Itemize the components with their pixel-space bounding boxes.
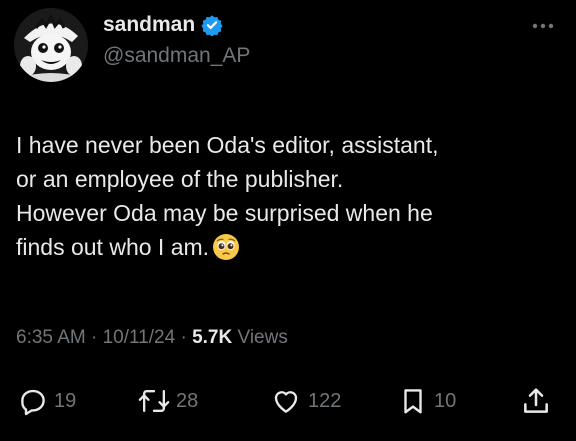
views-count: 5.7K [192,327,233,348]
author-handle[interactable]: @sandman_AP [103,44,250,68]
heart-icon [274,391,298,413]
tweet-line: or an employee of the publisher. [16,166,344,192]
tweet-line: However Oda may be surprised when he [16,200,433,226]
reply-button[interactable]: 19 [18,383,76,419]
meta-separator: · [91,327,98,348]
author-display-name[interactable]: sandman [103,13,195,37]
avatar[interactable] [14,8,88,82]
reply-count: 19 [54,389,77,412]
like-count: 122 [308,389,342,412]
repost-count: 28 [176,389,199,412]
bookmark-count: 10 [434,389,457,412]
action-bar: 19 28 122 10 [0,383,576,419]
repost-icon [138,389,170,413]
repost-button[interactable]: 28 [138,383,198,419]
bookmark-button[interactable]: 10 [398,383,456,419]
verified-badge-icon [201,14,223,37]
anime-character-avatar [14,8,88,82]
share-button[interactable] [520,383,552,419]
pleading-face-emoji [212,233,240,261]
tweet-line: finds out who I am. [16,234,210,260]
like-button[interactable]: 122 [270,383,341,419]
reply-icon [21,389,45,416]
views-label: Views [237,327,288,348]
tweet-last-line: finds out who I am. [16,230,564,264]
meta-separator: · [180,327,187,348]
share-icon [524,388,548,413]
more-dots-icon[interactable] [528,16,558,36]
tweet-date[interactable]: 10/11/24 [103,327,176,348]
author-name-row: sandman [103,10,223,40]
tweet-time[interactable]: 6:35 AM [16,327,86,348]
tweet-line: I have never been Oda's editor, assistan… [16,132,439,158]
bookmark-icon [404,389,422,414]
tweet-meta: 6:35 AM · 10/11/24 · 5.7K Views [16,327,288,349]
tweet-text: I have never been Oda's editor, assistan… [16,128,564,264]
